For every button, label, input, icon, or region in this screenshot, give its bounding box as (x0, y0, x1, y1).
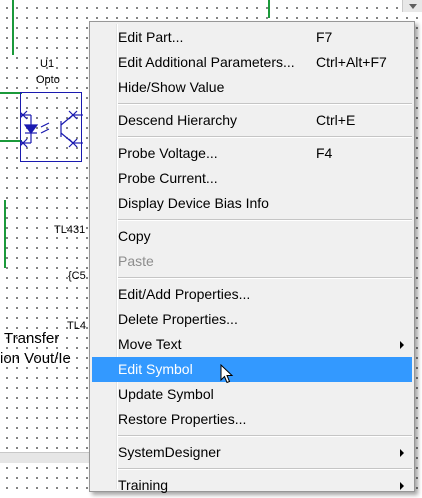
menu-item-restore-properties[interactable]: Restore Properties... (92, 407, 412, 432)
submenu-arrow-icon (400, 449, 404, 457)
wire[interactable] (0, 92, 22, 94)
menu-item-move-text[interactable]: Move Text (92, 332, 412, 357)
wire[interactable] (12, 0, 14, 55)
menu-item-probe-voltage[interactable]: Probe Voltage... F4 (92, 141, 412, 166)
menu-item-label: Display Device Bias Info (118, 195, 269, 211)
schematic-label[interactable]: TL431 (54, 224, 85, 236)
menu-item-label: Paste (118, 253, 154, 269)
horizontal-scrollbar[interactable] (0, 452, 90, 463)
schematic-text[interactable]: ion Vout/Ie (0, 350, 71, 367)
menu-item-label: Update Symbol (118, 386, 214, 402)
wire[interactable] (268, 0, 270, 18)
menu-item-shortcut: Ctrl+E (316, 112, 356, 128)
menu-item-edit-part[interactable]: Edit Part... F7 (92, 25, 412, 50)
menu-separator (118, 468, 412, 470)
wire[interactable] (0, 140, 22, 142)
menu-item-delete-properties[interactable]: Delete Properties... (92, 307, 412, 332)
menu-item-paste: Paste (92, 249, 412, 274)
menu-separator (118, 277, 412, 279)
schematic-text[interactable]: Transfer (4, 330, 59, 347)
menu-item-label: Probe Voltage... (118, 145, 218, 161)
menu-item-probe-current[interactable]: Probe Current... (92, 166, 412, 191)
menu-item-label: Edit Additional Parameters... (118, 54, 295, 70)
menu-item-hide-show-value[interactable]: Hide/Show Value (92, 75, 412, 100)
menu-item-edit-add-properties[interactable]: Edit/Add Properties... (92, 282, 412, 307)
menu-item-edit-additional-parameters[interactable]: Edit Additional Parameters... Ctrl+Alt+F7 (92, 50, 412, 75)
opto-icon (18, 110, 83, 148)
context-menu: Edit Part... F7 Edit Additional Parameters… (89, 21, 415, 493)
schematic-label[interactable]: TL4 (67, 320, 86, 332)
part-value[interactable]: Opto (36, 74, 60, 86)
mouse-cursor-icon (220, 364, 234, 384)
wire[interactable] (4, 200, 6, 268)
menu-item-copy[interactable]: Copy (92, 224, 412, 249)
submenu-arrow-icon (400, 341, 404, 349)
menu-item-label: Hide/Show Value (118, 79, 225, 95)
menu-separator (118, 219, 412, 221)
menu-separator (118, 103, 412, 105)
menu-item-label: Delete Properties... (118, 311, 238, 327)
menu-item-label: SystemDesigner (118, 444, 221, 460)
part-ref[interactable]: U1 (40, 58, 54, 70)
menu-item-label: Edit Symbol (118, 361, 193, 377)
menu-item-label: Copy (118, 228, 151, 244)
menu-separator (118, 136, 412, 138)
menu-item-label: Training (118, 477, 169, 493)
schematic-label[interactable]: {C5 (68, 270, 86, 282)
menu-item-training[interactable]: Training (92, 473, 412, 498)
menu-item-label: Edit/Add Properties... (118, 286, 251, 302)
menu-item-label: Descend Hierarchy (118, 112, 238, 128)
menu-item-edit-symbol[interactable]: Edit Symbol (92, 357, 412, 382)
menu-separator (118, 435, 412, 437)
vertical-scrollbar[interactable] (402, 0, 422, 12)
menu-item-display-device-bias-info[interactable]: Display Device Bias Info (92, 191, 412, 216)
menu-item-shortcut: Ctrl+Alt+F7 (316, 54, 387, 70)
menu-item-update-symbol[interactable]: Update Symbol (92, 382, 412, 407)
menu-item-label: Move Text (118, 336, 182, 352)
scroll-down-arrow-icon (409, 4, 417, 9)
menu-item-label: Edit Part... (118, 29, 184, 45)
menu-item-shortcut: F7 (316, 29, 333, 45)
menu-item-label: Restore Properties... (118, 411, 247, 427)
menu-item-descend-hierarchy[interactable]: Descend Hierarchy Ctrl+E (92, 108, 412, 133)
opto-symbol[interactable] (18, 92, 83, 162)
submenu-arrow-icon (400, 482, 404, 490)
menu-item-label: Probe Current... (118, 170, 218, 186)
menu-item-systemdesigner[interactable]: SystemDesigner (92, 440, 412, 465)
menu-item-shortcut: F4 (316, 145, 333, 161)
